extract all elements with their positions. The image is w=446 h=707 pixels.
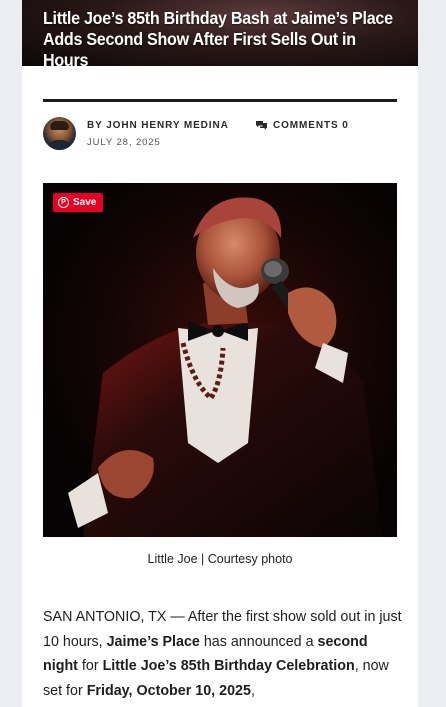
hero-banner: Little Joe’s 85th Birthday Bash at Jaime…: [22, 0, 418, 66]
body-text: has announced a: [199, 633, 318, 650]
comments-count: COMMENTS 0: [273, 120, 349, 131]
publish-date: JULY 28, 2025: [87, 137, 161, 148]
body-text: ,: [250, 682, 255, 699]
event-date: Friday, October 10, 2025: [86, 682, 251, 699]
comment-bubbles-icon: [255, 120, 268, 131]
divider: [43, 99, 397, 102]
pinterest-icon: P: [58, 197, 69, 208]
avatar-shirt: [46, 140, 73, 150]
body-text: for: [77, 658, 103, 674]
author-byline[interactable]: BY JOHN HENRY MEDINA: [87, 120, 229, 131]
photo-caption: Little Joe | Courtesy photo: [147, 552, 293, 566]
venue-name: Jaime’s Place: [106, 633, 200, 650]
pinterest-save-button[interactable]: P Save: [53, 193, 104, 212]
comments-link[interactable]: COMMENTS 0: [255, 120, 349, 131]
singer-photo: [43, 183, 397, 537]
article-paragraph: SAN ANTONIO, TX — After the first show s…: [43, 605, 403, 703]
author-avatar[interactable]: [43, 117, 76, 150]
article-photo[interactable]: P Save: [43, 183, 397, 537]
event-name: Little Joe’s 85th Birthday Celebration: [102, 658, 355, 674]
pin-label: Save: [73, 197, 97, 208]
article-title: Little Joe’s 85th Birthday Bash at Jaime…: [43, 8, 393, 66]
avatar-hair: [50, 121, 69, 130]
